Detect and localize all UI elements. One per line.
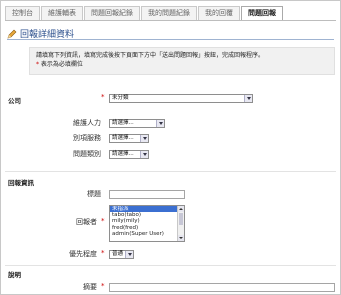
pencil-icon bbox=[7, 29, 17, 38]
report-info-label: 回報資訊 bbox=[8, 179, 34, 187]
company-select[interactable]: 未分類 bbox=[109, 94, 253, 103]
priority-required-star: * bbox=[101, 249, 105, 257]
tab-my-issues[interactable]: 我的問題紀錄 bbox=[141, 6, 197, 20]
title-label: 標題 bbox=[87, 190, 101, 198]
company-required-star: * bbox=[101, 93, 105, 101]
priority-select-value: 普通 bbox=[112, 251, 124, 257]
chevron-down-icon bbox=[156, 120, 164, 127]
reporter-option[interactable]: admin(Super User) bbox=[110, 231, 184, 237]
instruction-box: 請填寫下列資訊，填寫完成後按下頁面下方中「送出問題回報」按鈕，完成回報程序。 *… bbox=[29, 47, 335, 75]
chevron-down-icon bbox=[244, 95, 252, 102]
chevron-down-icon bbox=[125, 251, 133, 258]
summary-input[interactable] bbox=[109, 283, 335, 292]
reporter-listbox[interactable]: 未指派 tabo(tabo) mily(mily) fred(fred) adm… bbox=[109, 205, 185, 242]
divider bbox=[5, 265, 336, 266]
reporter-label: 回報者 bbox=[76, 218, 97, 226]
summary-required-star: * bbox=[101, 282, 105, 290]
description-label: 說明 bbox=[8, 271, 21, 279]
instruction-text: 請填寫下列資訊，填寫完成後按下頁面下方中「送出問題回報」按鈕，完成回報程序。 bbox=[36, 52, 265, 59]
company-select-value: 未分類 bbox=[112, 95, 129, 101]
project-select[interactable]: 請選擇... bbox=[109, 134, 149, 143]
maintenance-select[interactable]: 請選擇... bbox=[109, 119, 165, 128]
tab-issue-records[interactable]: 問題回報紀錄 bbox=[84, 6, 140, 20]
scroll-down-icon[interactable] bbox=[178, 235, 184, 241]
scrollbar-thumb[interactable] bbox=[179, 213, 183, 225]
tab-bar: 控制台 維護輔表 問題回報紀錄 我的問題紀錄 我的回覆 問題回報 bbox=[5, 6, 284, 20]
tab-dashboard[interactable]: 控制台 bbox=[5, 6, 40, 20]
project-select-value: 請選擇... bbox=[112, 135, 134, 141]
reporter-required-star: * bbox=[101, 217, 105, 225]
title-input[interactable] bbox=[109, 190, 185, 199]
priority-label: 優先程度 bbox=[69, 250, 97, 258]
tab-divider bbox=[5, 20, 336, 21]
divider bbox=[5, 171, 336, 172]
category-select[interactable]: 請選擇... bbox=[109, 150, 149, 159]
maintenance-label: 維護人力 bbox=[73, 119, 101, 127]
chevron-down-icon bbox=[140, 135, 148, 142]
maintenance-select-value: 請選擇... bbox=[112, 120, 134, 126]
scroll-up-icon[interactable] bbox=[178, 206, 184, 212]
summary-label: 摘要 bbox=[83, 283, 97, 291]
tab-report-issue[interactable]: 問題回報 bbox=[241, 6, 283, 20]
tab-my-replies[interactable]: 我的回覆 bbox=[198, 6, 240, 20]
chevron-down-icon bbox=[140, 151, 148, 158]
required-note: * 表示為必填欄位 bbox=[36, 60, 328, 69]
required-star: * bbox=[36, 61, 39, 68]
company-label: 公司 bbox=[8, 97, 21, 105]
page-frame: 控制台 維護輔表 問題回報紀錄 我的問題紀錄 我的回覆 問題回報 回報詳細資料 … bbox=[0, 0, 341, 295]
priority-select[interactable]: 普通 bbox=[109, 250, 134, 259]
listbox-scrollbar[interactable] bbox=[177, 206, 184, 241]
project-label: 別項服務 bbox=[73, 134, 101, 142]
title-rule bbox=[7, 39, 334, 40]
tab-maintenance-tables[interactable]: 維護輔表 bbox=[41, 6, 83, 20]
required-note-text: 表示為必填欄位 bbox=[40, 61, 83, 68]
category-select-value: 請選擇... bbox=[112, 151, 134, 157]
category-label: 問題類別 bbox=[73, 150, 101, 158]
